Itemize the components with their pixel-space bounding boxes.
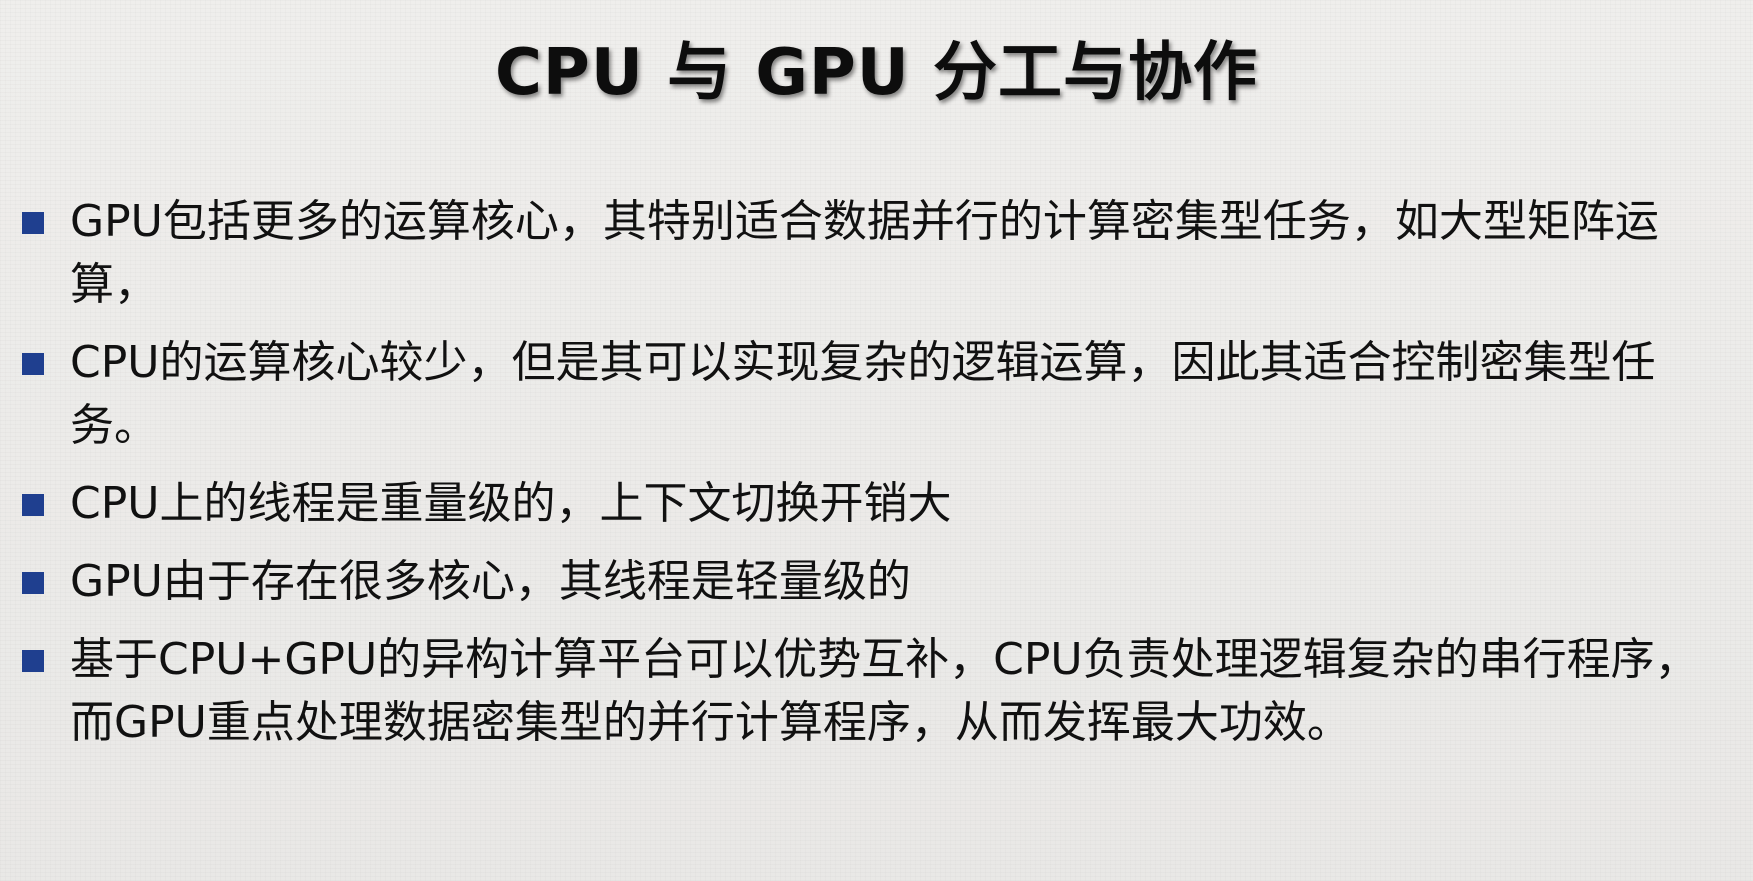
square-bullet-icon [22, 353, 44, 375]
square-bullet-icon [22, 494, 44, 516]
bullet-text: GPU由于存在很多核心，其线程是轻量级的 [70, 556, 911, 607]
bullet-item-cpu-logic: CPU的运算核心较少，但是其可以实现复杂的逻辑运算，因此其适合控制密集型任务。 [22, 331, 1732, 457]
slide-title: CPU 与 GPU 分工与协作 [494, 36, 1259, 110]
bullet-text: CPU的运算核心较少，但是其可以实现复杂的逻辑运算，因此其适合控制密集型任务。 [70, 337, 1656, 451]
bullet-item-cpu-threads: CPU上的线程是重量级的，上下文切换开销大 [22, 472, 1732, 535]
square-bullet-icon [22, 572, 44, 594]
bullet-text: GPU包括更多的运算核心，其特别适合数据并行的计算密集型任务，如大型矩阵运算， [70, 196, 1659, 310]
bullet-item-heterogeneous: 基于CPU+GPU的异构计算平台可以优势互补，CPU负责处理逻辑复杂的串行程序，… [22, 628, 1732, 754]
bullet-text: 基于CPU+GPU的异构计算平台可以优势互补，CPU负责处理逻辑复杂的串行程序，… [70, 634, 1699, 748]
square-bullet-icon [22, 212, 44, 234]
square-bullet-icon [22, 650, 44, 672]
bullet-text: CPU上的线程是重量级的，上下文切换开销大 [70, 478, 952, 529]
bullet-item-gpu-cores: GPU包括更多的运算核心，其特别适合数据并行的计算密集型任务，如大型矩阵运算， [22, 190, 1732, 316]
bullet-item-gpu-threads: GPU由于存在很多核心，其线程是轻量级的 [22, 550, 1732, 613]
slide: CPU 与 GPU 分工与协作 GPU包括更多的运算核心，其特别适合数据并行的计… [0, 0, 1753, 881]
bullet-list: GPU包括更多的运算核心，其特别适合数据并行的计算密集型任务，如大型矩阵运算， … [22, 190, 1732, 769]
